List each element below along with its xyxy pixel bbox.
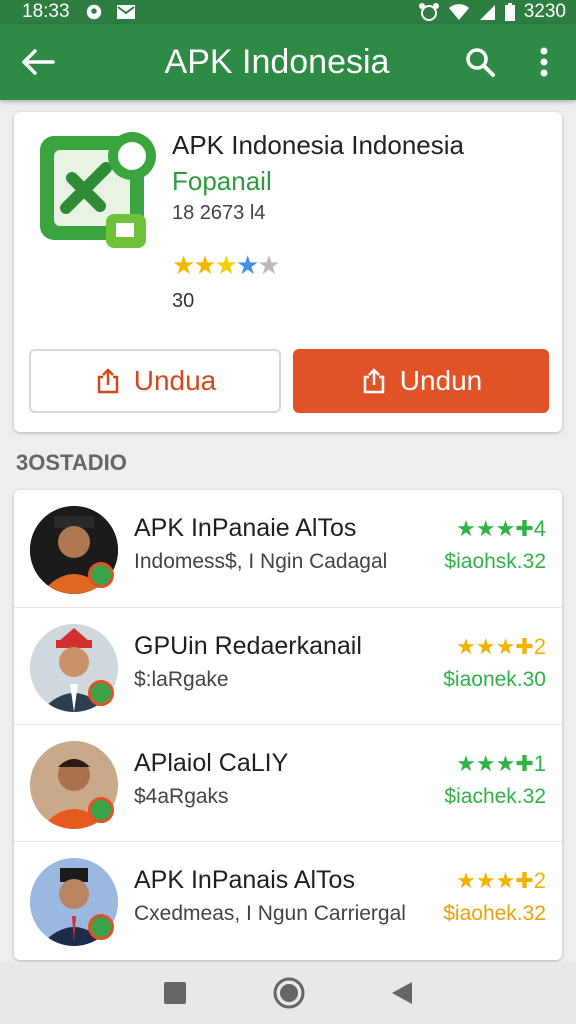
list-item-rating: ★★★✚2 (456, 634, 546, 659)
list-item-subtitle: $4aRgaks (134, 785, 229, 808)
section-title: 3OSTADIO (16, 450, 127, 475)
list-item-subtitle: $:laRgake (134, 668, 229, 691)
primary-button-label: Undun (399, 365, 483, 396)
primary-button[interactable]: Undun (293, 349, 549, 413)
star-icon: ★ (214, 250, 238, 280)
app-name: APK Indonesia Indonesia (172, 130, 464, 160)
alarm-icon (418, 3, 439, 21)
app-rating-stars: ★★★★★ (172, 250, 281, 281)
list-item[interactable]: APlaiol CaLIY $4aRgaks ★★★✚1 $iachek.32 (14, 724, 562, 841)
verified-badge-icon (88, 562, 114, 588)
verified-badge-icon (88, 914, 114, 940)
share-icon (97, 368, 118, 394)
secondary-button[interactable]: Undua (29, 349, 281, 413)
list-item-name: GPUin Redaerkanail (134, 632, 362, 660)
star-icon: ★ (193, 250, 216, 280)
status-time: 18:33 (22, 1, 70, 22)
recents-button[interactable] (162, 980, 188, 1006)
star-icon: ★ (235, 250, 259, 280)
list-item-rating: ★★★✚4 (456, 516, 546, 541)
app-developer[interactable]: Fopanail (172, 166, 272, 197)
more-vert-icon (540, 47, 548, 77)
list-item-name: APlaiol CaLIY (134, 749, 289, 777)
list-item[interactable]: APK InPanais AlTos Cxedmeas, I Ngun Carr… (14, 841, 562, 958)
status-right: 3230 (418, 1, 566, 23)
list-item-price: $iaonek.30 (443, 668, 546, 691)
app-detail-card: APK Indonesia Indonesia Fopanail 18 2673… (14, 112, 562, 432)
star-icon: ★ (257, 250, 280, 280)
list-item-subtitle: Indomess$, I Ngin Cadagal (134, 550, 388, 573)
page-title: APK Indonesia (164, 42, 390, 81)
search-button[interactable] (448, 24, 512, 100)
list-item[interactable]: APK InPanaie AlTos Indomess$, I Ngin Cad… (14, 490, 562, 607)
app-rating-count: 30 (172, 290, 195, 312)
status-right-text: 3230 (523, 1, 566, 22)
app-bar: APK Indonesia (0, 24, 576, 100)
mail-icon (116, 5, 135, 19)
status-bar: 18:33 3230 (0, 0, 576, 24)
list-item-name: APK InPanais AlTos (134, 866, 355, 894)
verified-badge-icon (88, 680, 114, 706)
more-options-button[interactable] (512, 24, 576, 100)
notification-icon (86, 4, 101, 20)
system-nav-bar (0, 962, 576, 1024)
secondary-button-label: Undua (133, 365, 217, 396)
star-icon: ★ (172, 250, 195, 280)
wifi-icon (448, 4, 469, 20)
arrow-left-icon (22, 49, 55, 75)
back-button[interactable] (0, 24, 76, 100)
app-list: APK InPanaie AlTos Indomess$, I Ngin Cad… (14, 490, 562, 960)
back-nav-button[interactable] (390, 980, 414, 1006)
list-item-rating: ★★★✚2 (456, 868, 546, 893)
battery-icon (504, 3, 515, 21)
app-logo-icon (40, 132, 156, 248)
home-button[interactable] (272, 976, 306, 1010)
list-item-price: $iachek.32 (444, 785, 546, 808)
list-item-price: $iaohsk.32 (444, 550, 546, 573)
verified-badge-icon (88, 797, 114, 823)
list-item-name: APK InPanaie AlTos (134, 514, 357, 542)
share-icon (363, 368, 384, 394)
app-meta: 18 2673 l4 (172, 202, 266, 224)
list-item-price: $iaohek.32 (443, 902, 546, 925)
list-item-rating: ★★★✚1 (456, 751, 546, 776)
signal-icon (479, 5, 495, 20)
list-item[interactable]: GPUin Redaerkanail $:laRgake ★★★✚2 $iaon… (14, 607, 562, 724)
list-item-subtitle: Cxedmeas, I Ngun Carriergal (134, 902, 406, 925)
search-icon (466, 48, 495, 77)
